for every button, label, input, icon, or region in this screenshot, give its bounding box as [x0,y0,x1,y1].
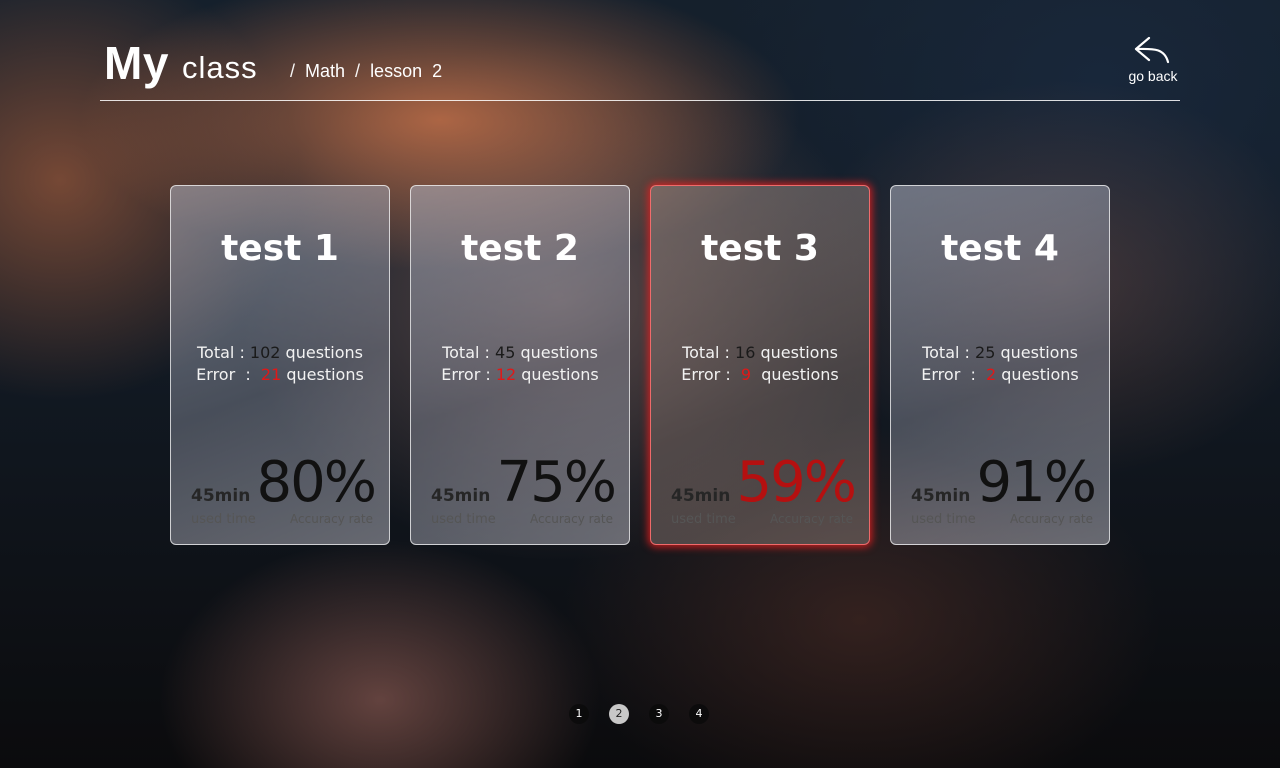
error-line: Error : 21 questions [171,364,389,386]
error-count: 12 [495,365,517,384]
accuracy-rate-label: Accuracy rate [530,512,613,526]
accuracy-rate-value: 80% [256,450,377,515]
accuracy-rate-label: Accuracy rate [770,512,853,526]
card-title: test 4 [941,228,1059,269]
accuracy-rate-value: 59% [736,450,857,515]
accuracy-rate-value: 75% [496,450,617,515]
error-line: Error : 12 questions [411,364,629,386]
error-suffix: questions [751,365,839,384]
error-count: 2 [986,365,997,384]
total-line: Total : 102 questions [171,342,389,364]
page-button-1[interactable]: 1 [569,704,589,724]
used-time-value: 45min [911,486,971,506]
error-suffix: questions [281,365,364,384]
pagination: 1 2 3 4 [569,704,709,724]
total-prefix: Total : [196,343,250,362]
breadcrumb: / Math / lesson 2 [290,61,442,82]
card-stats: Total : 16 questions Error : 9 questions [651,342,869,386]
used-time-value: 45min [431,486,491,506]
page-title-rest: class [182,50,258,85]
total-suffix: questions [515,343,598,362]
error-prefix: Error : [921,365,986,384]
test-card-1[interactable]: test 1 Total : 102 questions Error : 21 … [170,185,390,545]
breadcrumb-subject[interactable]: Math [305,61,345,82]
total-suffix: questions [995,343,1078,362]
total-line: Total : 45 questions [411,342,629,364]
breadcrumb-separator: / [355,61,361,81]
total-prefix: Total : [922,343,976,362]
page-button-2[interactable]: 2 [609,704,629,724]
used-time-label: used time [191,512,256,527]
accuracy-rate-label: Accuracy rate [1010,512,1093,526]
used-time-label: used time [911,512,976,527]
card-title: test 1 [221,228,339,269]
total-count: 25 [975,343,996,362]
error-count: 9 [740,365,752,384]
accuracy-rate-label: Accuracy rate [290,512,373,526]
total-prefix: Total : [442,343,496,362]
page-button-4[interactable]: 4 [689,704,709,724]
total-count: 45 [495,343,516,362]
card-stats: Total : 25 questions Error : 2 questions [891,342,1109,386]
go-back-label: go back [1128,68,1178,84]
return-arrow-icon [1134,36,1170,64]
total-line: Total : 25 questions [891,342,1109,364]
total-suffix: questions [755,343,838,362]
used-time-label: used time [431,512,496,527]
error-prefix: Error : [196,365,261,384]
card-stats: Total : 45 questions Error : 12 question… [411,342,629,386]
test-card-4[interactable]: test 4 Total : 25 questions Error : 2 qu… [890,185,1110,545]
card-title: test 2 [461,228,579,269]
error-prefix: Error : [441,365,496,384]
total-prefix: Total : [682,343,736,362]
error-line: Error : 9 questions [651,364,869,386]
page-header: My class / Math / lesson 2 go back [100,30,1180,101]
total-count: 16 [735,343,756,362]
card-title: test 3 [701,228,819,269]
accuracy-rate-value: 91% [976,450,1097,515]
go-back-button[interactable]: go back [1126,34,1180,84]
page-button-3[interactable]: 3 [649,704,669,724]
error-line: Error : 2 questions [891,364,1109,386]
test-card-2[interactable]: test 2 Total : 45 questions Error : 12 q… [410,185,630,545]
page-title-bold: My [104,37,169,89]
error-count: 21 [260,365,282,384]
error-suffix: questions [996,365,1079,384]
total-line: Total : 16 questions [651,342,869,364]
test-card-3[interactable]: test 3 Total : 16 questions Error : 9 qu… [650,185,870,545]
total-suffix: questions [280,343,364,362]
used-time-value: 45min [191,486,251,506]
total-count: 102 [249,343,281,362]
used-time-value: 45min [671,486,731,506]
breadcrumb-lesson: lesson 2 [370,61,443,81]
breadcrumb-separator: / [290,61,296,81]
card-stats: Total : 102 questions Error : 21 questio… [171,342,389,386]
error-prefix: Error : [681,365,741,384]
error-suffix: questions [516,365,599,384]
used-time-label: used time [671,512,736,527]
